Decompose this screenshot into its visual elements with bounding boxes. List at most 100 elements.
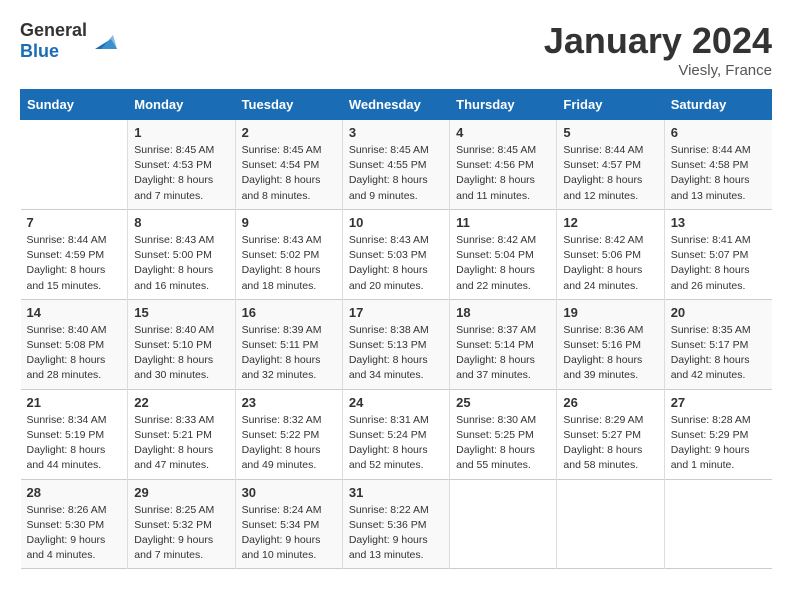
calendar-cell: 12 Sunrise: 8:42 AMSunset: 5:06 PMDaylig…	[557, 209, 664, 299]
day-number: 24	[349, 395, 443, 410]
day-info: Sunrise: 8:37 AMSunset: 5:14 PMDaylight:…	[456, 323, 550, 384]
calendar-cell: 28 Sunrise: 8:26 AMSunset: 5:30 PMDaylig…	[21, 479, 128, 569]
logo: General Blue	[20, 20, 117, 62]
calendar-cell: 15 Sunrise: 8:40 AMSunset: 5:10 PMDaylig…	[128, 299, 235, 389]
calendar-cell	[557, 479, 664, 569]
calendar-cell: 7 Sunrise: 8:44 AMSunset: 4:59 PMDayligh…	[21, 209, 128, 299]
day-info: Sunrise: 8:45 AMSunset: 4:55 PMDaylight:…	[349, 143, 443, 204]
calendar-cell	[21, 120, 128, 210]
calendar-cell: 26 Sunrise: 8:29 AMSunset: 5:27 PMDaylig…	[557, 389, 664, 479]
day-number: 29	[134, 485, 228, 500]
col-monday: Monday	[128, 90, 235, 120]
day-info: Sunrise: 8:29 AMSunset: 5:27 PMDaylight:…	[563, 413, 657, 474]
calendar-cell: 6 Sunrise: 8:44 AMSunset: 4:58 PMDayligh…	[664, 120, 771, 210]
calendar-week-row: 1 Sunrise: 8:45 AMSunset: 4:53 PMDayligh…	[21, 120, 772, 210]
day-info: Sunrise: 8:40 AMSunset: 5:08 PMDaylight:…	[27, 323, 122, 384]
day-number: 2	[242, 125, 336, 140]
calendar-cell: 18 Sunrise: 8:37 AMSunset: 5:14 PMDaylig…	[450, 299, 557, 389]
calendar-cell: 27 Sunrise: 8:28 AMSunset: 5:29 PMDaylig…	[664, 389, 771, 479]
day-number: 23	[242, 395, 336, 410]
day-info: Sunrise: 8:31 AMSunset: 5:24 PMDaylight:…	[349, 413, 443, 474]
calendar-cell	[450, 479, 557, 569]
day-info: Sunrise: 8:43 AMSunset: 5:00 PMDaylight:…	[134, 233, 228, 294]
logo-blue: Blue	[20, 41, 59, 61]
day-info: Sunrise: 8:44 AMSunset: 4:58 PMDaylight:…	[671, 143, 766, 204]
calendar-cell: 21 Sunrise: 8:34 AMSunset: 5:19 PMDaylig…	[21, 389, 128, 479]
day-number: 22	[134, 395, 228, 410]
calendar-cell: 5 Sunrise: 8:44 AMSunset: 4:57 PMDayligh…	[557, 120, 664, 210]
col-sunday: Sunday	[21, 90, 128, 120]
day-number: 21	[27, 395, 122, 410]
day-info: Sunrise: 8:42 AMSunset: 5:06 PMDaylight:…	[563, 233, 657, 294]
calendar-table: Sunday Monday Tuesday Wednesday Thursday…	[20, 89, 772, 569]
day-number: 31	[349, 485, 443, 500]
calendar-cell	[664, 479, 771, 569]
day-info: Sunrise: 8:32 AMSunset: 5:22 PMDaylight:…	[242, 413, 336, 474]
day-info: Sunrise: 8:41 AMSunset: 5:07 PMDaylight:…	[671, 233, 766, 294]
day-number: 4	[456, 125, 550, 140]
location: Viesly, France	[544, 62, 772, 79]
day-info: Sunrise: 8:45 AMSunset: 4:56 PMDaylight:…	[456, 143, 550, 204]
day-info: Sunrise: 8:25 AMSunset: 5:32 PMDaylight:…	[134, 503, 228, 564]
day-number: 15	[134, 305, 228, 320]
logo-text: General Blue	[20, 20, 87, 62]
calendar-cell: 4 Sunrise: 8:45 AMSunset: 4:56 PMDayligh…	[450, 120, 557, 210]
day-number: 17	[349, 305, 443, 320]
calendar-week-row: 14 Sunrise: 8:40 AMSunset: 5:08 PMDaylig…	[21, 299, 772, 389]
calendar-week-row: 7 Sunrise: 8:44 AMSunset: 4:59 PMDayligh…	[21, 209, 772, 299]
calendar-cell: 23 Sunrise: 8:32 AMSunset: 5:22 PMDaylig…	[235, 389, 342, 479]
day-number: 12	[563, 215, 657, 230]
title-block: January 2024 Viesly, France	[544, 20, 772, 79]
col-friday: Friday	[557, 90, 664, 120]
day-number: 20	[671, 305, 766, 320]
calendar-header-row: Sunday Monday Tuesday Wednesday Thursday…	[21, 90, 772, 120]
day-number: 1	[134, 125, 228, 140]
day-number: 5	[563, 125, 657, 140]
day-number: 7	[27, 215, 122, 230]
month-title: January 2024	[544, 20, 772, 62]
calendar-cell: 24 Sunrise: 8:31 AMSunset: 5:24 PMDaylig…	[342, 389, 449, 479]
logo-general: General	[20, 20, 87, 40]
day-info: Sunrise: 8:30 AMSunset: 5:25 PMDaylight:…	[456, 413, 550, 474]
calendar-cell: 9 Sunrise: 8:43 AMSunset: 5:02 PMDayligh…	[235, 209, 342, 299]
day-info: Sunrise: 8:43 AMSunset: 5:03 PMDaylight:…	[349, 233, 443, 294]
col-tuesday: Tuesday	[235, 90, 342, 120]
day-number: 3	[349, 125, 443, 140]
day-number: 10	[349, 215, 443, 230]
logo-icon	[89, 27, 117, 55]
calendar-cell: 31 Sunrise: 8:22 AMSunset: 5:36 PMDaylig…	[342, 479, 449, 569]
day-info: Sunrise: 8:22 AMSunset: 5:36 PMDaylight:…	[349, 503, 443, 564]
calendar-cell: 25 Sunrise: 8:30 AMSunset: 5:25 PMDaylig…	[450, 389, 557, 479]
day-info: Sunrise: 8:40 AMSunset: 5:10 PMDaylight:…	[134, 323, 228, 384]
calendar-cell: 8 Sunrise: 8:43 AMSunset: 5:00 PMDayligh…	[128, 209, 235, 299]
calendar-cell: 22 Sunrise: 8:33 AMSunset: 5:21 PMDaylig…	[128, 389, 235, 479]
day-info: Sunrise: 8:43 AMSunset: 5:02 PMDaylight:…	[242, 233, 336, 294]
calendar-cell: 20 Sunrise: 8:35 AMSunset: 5:17 PMDaylig…	[664, 299, 771, 389]
day-number: 25	[456, 395, 550, 410]
calendar-week-row: 21 Sunrise: 8:34 AMSunset: 5:19 PMDaylig…	[21, 389, 772, 479]
day-number: 9	[242, 215, 336, 230]
day-number: 6	[671, 125, 766, 140]
day-number: 26	[563, 395, 657, 410]
day-number: 13	[671, 215, 766, 230]
day-info: Sunrise: 8:34 AMSunset: 5:19 PMDaylight:…	[27, 413, 122, 474]
calendar-cell: 29 Sunrise: 8:25 AMSunset: 5:32 PMDaylig…	[128, 479, 235, 569]
calendar-cell: 17 Sunrise: 8:38 AMSunset: 5:13 PMDaylig…	[342, 299, 449, 389]
day-info: Sunrise: 8:26 AMSunset: 5:30 PMDaylight:…	[27, 503, 122, 564]
day-number: 30	[242, 485, 336, 500]
day-info: Sunrise: 8:39 AMSunset: 5:11 PMDaylight:…	[242, 323, 336, 384]
day-info: Sunrise: 8:33 AMSunset: 5:21 PMDaylight:…	[134, 413, 228, 474]
col-thursday: Thursday	[450, 90, 557, 120]
calendar-cell: 16 Sunrise: 8:39 AMSunset: 5:11 PMDaylig…	[235, 299, 342, 389]
day-info: Sunrise: 8:24 AMSunset: 5:34 PMDaylight:…	[242, 503, 336, 564]
day-info: Sunrise: 8:38 AMSunset: 5:13 PMDaylight:…	[349, 323, 443, 384]
day-info: Sunrise: 8:28 AMSunset: 5:29 PMDaylight:…	[671, 413, 766, 474]
day-info: Sunrise: 8:45 AMSunset: 4:53 PMDaylight:…	[134, 143, 228, 204]
calendar-cell: 2 Sunrise: 8:45 AMSunset: 4:54 PMDayligh…	[235, 120, 342, 210]
calendar-cell: 1 Sunrise: 8:45 AMSunset: 4:53 PMDayligh…	[128, 120, 235, 210]
calendar-week-row: 28 Sunrise: 8:26 AMSunset: 5:30 PMDaylig…	[21, 479, 772, 569]
day-number: 28	[27, 485, 122, 500]
page-header: General Blue January 2024 Viesly, France	[20, 20, 772, 79]
day-number: 18	[456, 305, 550, 320]
day-info: Sunrise: 8:42 AMSunset: 5:04 PMDaylight:…	[456, 233, 550, 294]
